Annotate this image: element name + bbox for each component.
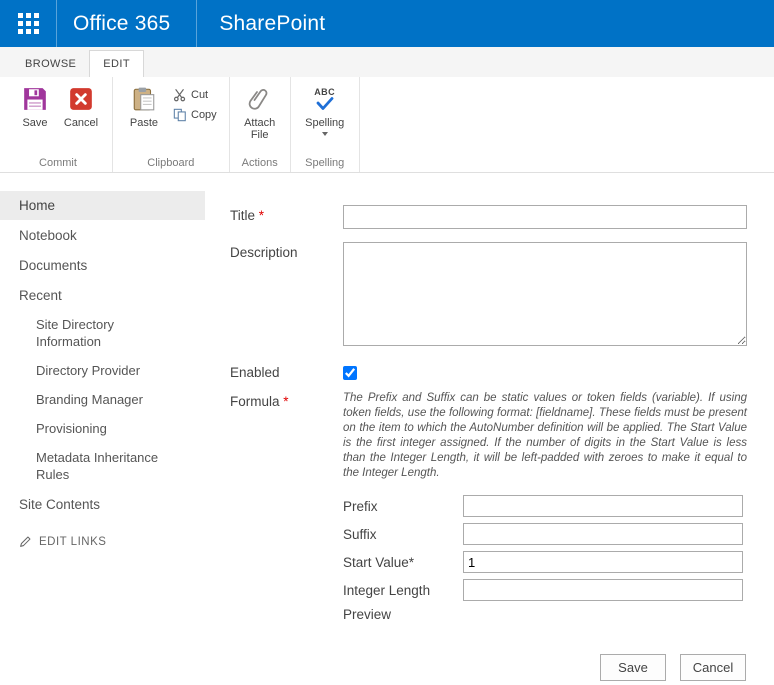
- description-row: Description: [230, 242, 747, 349]
- edit-links-label: EDIT LINKS: [39, 536, 106, 548]
- attach-file-button[interactable]: Attach File: [238, 81, 282, 144]
- sharepoint-page: Office 365 SharePoint BROWSE EDIT: [0, 0, 774, 685]
- ribbon-group-spelling: ABC Spelling Spelling: [291, 77, 360, 172]
- integer-length-input[interactable]: [463, 579, 743, 601]
- title-label: Title *: [230, 205, 343, 229]
- formula-row: Formula * The Prefix and Suffix can be s…: [230, 391, 747, 628]
- edit-form: Title * Description Enabled Formula * Th…: [230, 205, 747, 681]
- formula-help-text: The Prefix and Suffix can be static valu…: [343, 391, 747, 481]
- ribbon-group-actions: Attach File Actions: [230, 77, 291, 172]
- sidebar-item-recent[interactable]: Recent: [0, 281, 205, 310]
- suffix-label: Suffix: [343, 527, 463, 542]
- office365-brand[interactable]: Office 365: [57, 12, 196, 36]
- spelling-abc-icon: ABC: [314, 84, 335, 114]
- formula-label: Formula *: [230, 391, 343, 628]
- tab-browse[interactable]: BROWSE: [12, 51, 89, 77]
- suffix-input[interactable]: [463, 523, 743, 545]
- required-asterisk: *: [259, 208, 264, 223]
- preview-row: Preview: [343, 607, 747, 622]
- save-button[interactable]: Save: [600, 654, 666, 681]
- paste-label: Paste: [130, 117, 158, 129]
- sidebar-item-site-contents[interactable]: Site Contents: [0, 490, 205, 519]
- prefix-input[interactable]: [463, 495, 743, 517]
- app-launcher-icon[interactable]: [0, 0, 56, 47]
- cancel-button[interactable]: Cancel: [680, 654, 746, 681]
- enabled-row: Enabled: [230, 362, 747, 383]
- ribbon-body: Save Cancel Commit: [0, 77, 774, 172]
- pencil-icon: [19, 535, 32, 548]
- paste-clipboard-icon: [131, 84, 157, 114]
- save-ribbon-label: Save: [22, 117, 47, 129]
- cancel-x-icon: [68, 84, 94, 114]
- copy-label: Copy: [191, 109, 217, 121]
- description-textarea[interactable]: [343, 242, 747, 346]
- prefix-label: Prefix: [343, 499, 463, 514]
- group-label-actions: Actions: [230, 157, 290, 169]
- save-floppy-icon: [22, 84, 48, 114]
- cancel-ribbon-label: Cancel: [64, 117, 98, 129]
- cut-label: Cut: [191, 89, 208, 101]
- preview-label: Preview: [343, 607, 463, 622]
- copy-pages-icon: [173, 108, 187, 122]
- enabled-checkbox[interactable]: [343, 366, 357, 380]
- ribbon-group-commit: Save Cancel Commit: [4, 77, 113, 172]
- sharepoint-title[interactable]: SharePoint: [197, 12, 325, 36]
- spelling-label: Spelling: [305, 117, 344, 129]
- description-label: Description: [230, 242, 343, 349]
- spelling-button[interactable]: ABC Spelling: [299, 81, 351, 139]
- cancel-ribbon-button[interactable]: Cancel: [58, 81, 104, 132]
- paste-button[interactable]: Paste: [121, 81, 167, 132]
- prefix-row: Prefix: [343, 495, 747, 517]
- ribbon-group-clipboard: Paste Cut: [113, 77, 230, 172]
- attach-file-label: Attach File: [240, 117, 280, 141]
- ribbon: BROWSE EDIT: [0, 47, 774, 173]
- start-value-label: Start Value*: [343, 555, 463, 570]
- tab-edit[interactable]: EDIT: [89, 50, 144, 77]
- suite-bar: Office 365 SharePoint: [0, 0, 774, 47]
- waffle-grid-icon: [18, 13, 39, 34]
- copy-button[interactable]: Copy: [169, 105, 221, 125]
- spelling-dropdown-arrow-icon: [322, 132, 328, 136]
- form-buttons: Save Cancel: [230, 654, 747, 681]
- cut-button[interactable]: Cut: [169, 85, 221, 105]
- save-ribbon-button[interactable]: Save: [12, 81, 58, 132]
- title-input[interactable]: [343, 205, 747, 229]
- paperclip-icon: [247, 84, 272, 114]
- integer-length-label: Integer Length: [343, 583, 463, 598]
- ribbon-tab-strip: BROWSE EDIT: [0, 47, 774, 77]
- group-label-spelling: Spelling: [291, 157, 359, 169]
- group-label-commit: Commit: [4, 157, 112, 169]
- sidebar-item-site-directory-information[interactable]: Site Directory Information: [0, 310, 185, 356]
- sidebar-item-notebook[interactable]: Notebook: [0, 221, 205, 250]
- edit-links-button[interactable]: EDIT LINKS: [19, 535, 205, 548]
- required-asterisk: *: [283, 394, 288, 409]
- title-row: Title *: [230, 205, 747, 229]
- start-value-input[interactable]: [463, 551, 743, 573]
- sidebar-item-metadata-inheritance-rules[interactable]: Metadata Inheritance Rules: [0, 443, 185, 489]
- enabled-label: Enabled: [230, 362, 343, 383]
- clipboard-small-buttons: Cut Copy: [169, 81, 221, 125]
- sidebar-item-documents[interactable]: Documents: [0, 251, 205, 280]
- sidebar-item-directory-provider[interactable]: Directory Provider: [0, 356, 185, 385]
- sidebar-item-provisioning[interactable]: Provisioning: [0, 414, 185, 443]
- integer-length-row: Integer Length: [343, 579, 747, 601]
- left-navigation: Home Notebook Documents Recent Site Dire…: [0, 190, 205, 548]
- start-value-row: Start Value*: [343, 551, 747, 573]
- scissors-icon: [173, 88, 187, 102]
- sidebar-item-branding-manager[interactable]: Branding Manager: [0, 385, 185, 414]
- group-label-clipboard: Clipboard: [113, 157, 229, 169]
- suffix-row: Suffix: [343, 523, 747, 545]
- sidebar-item-home[interactable]: Home: [0, 191, 205, 220]
